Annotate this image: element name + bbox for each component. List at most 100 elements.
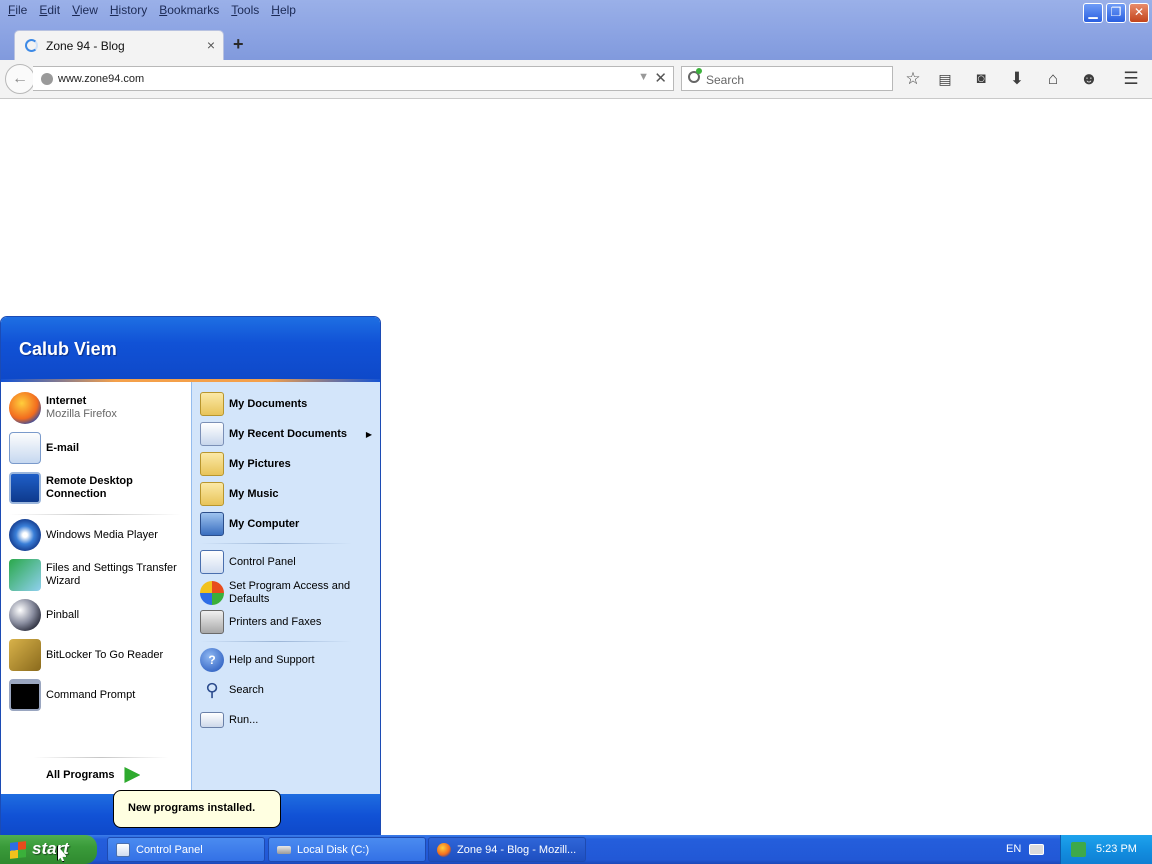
menu-item-label: Search <box>229 683 264 696</box>
my-music-icon <box>200 482 224 506</box>
control-panel-icon <box>200 550 224 574</box>
all-programs-button[interactable]: All Programs <box>46 767 141 783</box>
network-icon[interactable] <box>1071 842 1086 857</box>
hamburger-menu-icon[interactable]: ☰ <box>1121 69 1141 89</box>
menu-item-label: Set Program Access and <box>229 580 351 592</box>
loading-icon <box>25 39 38 52</box>
reading-list-icon[interactable]: ▤ <box>935 69 955 89</box>
menu-item-label: BitLocker To Go Reader <box>46 648 164 661</box>
menu-item-label: E-mail <box>46 441 80 454</box>
task-label: Zone 94 - Blog - Mozill... <box>457 843 577 856</box>
back-button[interactable]: ← <box>5 64 35 94</box>
separator <box>200 641 352 642</box>
menu-item-my-recent-documents[interactable]: My Recent Documents ▶ <box>200 422 380 446</box>
task-local-disk[interactable]: Local Disk (C:) <box>268 837 426 862</box>
transfer-wizard-icon <box>9 559 41 591</box>
menu-edit[interactable]: Edit <box>35 3 68 19</box>
menu-item-label: Run... <box>229 713 259 726</box>
search-placeholder: Search <box>706 73 745 87</box>
download-icon[interactable]: ⬇ <box>1007 69 1027 89</box>
menu-item-label: Defaults <box>229 593 270 605</box>
notification-balloon[interactable]: New programs installed. <box>113 790 281 828</box>
menu-item-run[interactable]: Run... <box>200 708 258 732</box>
menu-item-files-settings-transfer[interactable]: Files and Settings Transfer Wizard <box>9 559 177 591</box>
pinball-icon <box>9 599 41 631</box>
menu-item-my-pictures[interactable]: My Pictures <box>200 452 291 476</box>
menu-item-my-documents[interactable]: My Documents <box>200 392 380 416</box>
task-firefox[interactable]: Zone 94 - Blog - Mozill... <box>428 837 586 862</box>
minimize-button[interactable]: ▁ <box>1083 3 1103 23</box>
star-icon[interactable]: ☆ <box>903 69 923 89</box>
submenu-arrow-icon: ▶ <box>365 429 372 439</box>
menu-item-label: My Recent Documents <box>229 427 347 440</box>
menu-item-remote-desktop[interactable]: Remote Desktop Connection <box>9 472 133 504</box>
menu-item-label: My Music <box>229 487 279 500</box>
home-icon[interactable]: ⌂ <box>1043 69 1063 89</box>
menu-item-windows-media-player[interactable]: Windows Media Player <box>9 519 158 551</box>
menu-item-label: Windows Media Player <box>46 528 158 541</box>
balloon-text: New programs installed. <box>128 802 256 814</box>
menu-item-label: Remote Desktop <box>46 475 133 487</box>
pocket-icon[interactable]: ◙ <box>971 69 991 89</box>
url-bar[interactable]: www.zone94.com ▼ ✕ <box>33 66 674 91</box>
task-label: Control Panel <box>136 843 203 856</box>
taskbar: start Control Panel Local Disk (C:) Zone… <box>0 835 1152 864</box>
menu-history[interactable]: History <box>106 3 155 19</box>
menu-bookmarks[interactable]: Bookmarks <box>155 3 227 19</box>
globe-icon <box>41 73 53 85</box>
windows-logo-icon <box>10 841 26 859</box>
menu-item-control-panel[interactable]: Control Panel <box>200 550 296 574</box>
recent-documents-icon <box>200 422 224 446</box>
menu-item-bitlocker[interactable]: BitLocker To Go Reader <box>9 639 163 671</box>
menu-item-email[interactable]: E-mail <box>9 432 79 464</box>
menu-item-command-prompt[interactable]: Command Prompt <box>9 679 135 711</box>
menu-item-label: My Documents <box>229 397 308 410</box>
arrow-right-icon <box>124 767 141 783</box>
run-icon <box>200 712 224 728</box>
new-tab-icon[interactable]: + <box>233 34 244 55</box>
task-label: Local Disk (C:) <box>297 843 370 856</box>
dropdown-icon[interactable]: ▼ <box>638 71 649 83</box>
menu-item-my-computer[interactable]: My Computer <box>200 512 299 536</box>
menu-item-label: Internet <box>46 395 87 407</box>
stop-icon[interactable]: ✕ <box>654 69 667 87</box>
menu-item-label: Help and Support <box>229 653 315 666</box>
start-button[interactable]: start <box>0 835 97 864</box>
clock[interactable]: 5:23 PM <box>1096 843 1137 855</box>
restore-button[interactable]: ❐ <box>1106 3 1126 23</box>
menu-item-label: Wizard <box>46 575 81 587</box>
search-input[interactable]: Search <box>681 66 893 91</box>
menu-tools[interactable]: Tools <box>227 3 267 19</box>
minimize-icon: ▁ <box>1088 5 1098 19</box>
task-control-panel[interactable]: Control Panel <box>107 837 265 862</box>
menu-item-search[interactable]: ⚲ Search <box>200 678 264 702</box>
menu-item-label: Command Prompt <box>46 688 136 701</box>
menu-item-label: My Pictures <box>229 457 291 470</box>
user-name: Calub Viem <box>19 339 117 359</box>
search-icon: ⚲ <box>205 680 219 700</box>
language-indicator[interactable]: EN <box>1006 843 1021 855</box>
menu-item-set-program-access[interactable]: Set Program Access and Defaults <box>200 580 350 606</box>
bitlocker-icon <box>9 639 41 671</box>
firefox-icon <box>9 392 41 424</box>
smiley-icon[interactable]: ☻ <box>1079 69 1099 89</box>
close-button[interactable]: ✕ <box>1129 3 1149 23</box>
tab-close-icon[interactable]: × <box>207 37 215 53</box>
keyboard-icon[interactable] <box>1029 844 1044 855</box>
menu-view[interactable]: View <box>68 3 106 19</box>
menu-bar: File Edit View History Bookmarks Tools H… <box>4 3 304 19</box>
menu-item-label: Control Panel <box>229 555 296 568</box>
menu-item-help-support[interactable]: ? Help and Support <box>200 648 315 672</box>
menu-help[interactable]: Help <box>267 3 304 19</box>
tab-zone94-blog[interactable]: Zone 94 - Blog × <box>14 30 224 60</box>
menu-item-internet[interactable]: Internet Mozilla Firefox <box>9 392 117 424</box>
firefox-icon <box>437 842 451 857</box>
menu-item-label: Pinball <box>46 608 80 621</box>
menu-file[interactable]: File <box>4 3 35 19</box>
menu-item-printers-faxes[interactable]: Printers and Faxes <box>200 610 321 634</box>
start-menu-places: My Documents My Recent Documents ▶ My Pi… <box>191 382 380 794</box>
menu-item-my-music[interactable]: My Music <box>200 482 279 506</box>
media-player-icon <box>9 519 41 551</box>
system-tray: 5:23 PM <box>1060 835 1152 864</box>
menu-item-pinball[interactable]: Pinball <box>9 599 79 631</box>
